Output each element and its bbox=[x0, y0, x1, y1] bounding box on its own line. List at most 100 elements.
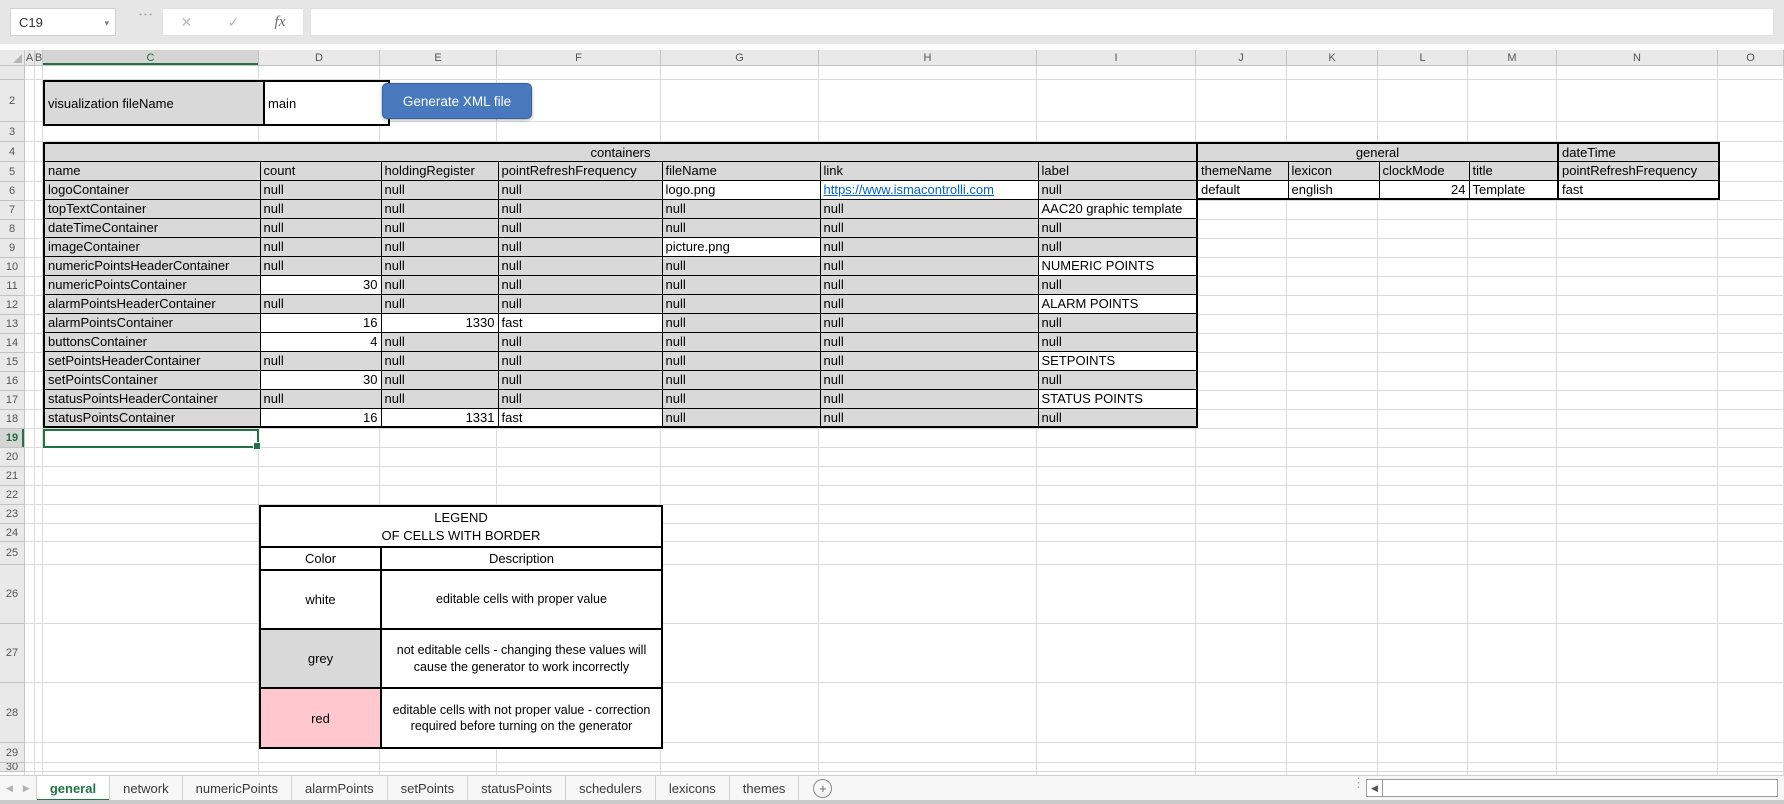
containers-cell[interactable]: null bbox=[662, 275, 820, 294]
column-header-C[interactable]: C bbox=[43, 50, 259, 66]
containers-cell[interactable]: null bbox=[662, 370, 820, 389]
containers-header-link[interactable]: link bbox=[820, 161, 1038, 180]
containers-cell[interactable]: null bbox=[1038, 313, 1197, 332]
row-header-21[interactable]: 21 bbox=[0, 467, 25, 486]
containers-cell[interactable]: 16 bbox=[260, 313, 381, 332]
containers-header-fileName[interactable]: fileName bbox=[662, 161, 820, 180]
insert-function-icon[interactable]: fx bbox=[275, 14, 286, 31]
containers-cell[interactable]: numericPointsHeaderContainer bbox=[44, 256, 260, 275]
containers-cell[interactable]: statusPointsHeaderContainer bbox=[44, 389, 260, 408]
general-value-title[interactable]: Template bbox=[1469, 180, 1558, 199]
containers-cell[interactable]: null bbox=[260, 294, 381, 313]
containers-cell[interactable]: logo.png bbox=[662, 180, 820, 199]
row-header-2[interactable]: 2 bbox=[0, 80, 25, 122]
containers-cell[interactable]: picture.png bbox=[662, 237, 820, 256]
column-header-E[interactable]: E bbox=[380, 50, 497, 66]
containers-cell[interactable]: null bbox=[820, 332, 1038, 351]
row-header-17[interactable]: 17 bbox=[0, 391, 25, 410]
row-header-28[interactable]: 28 bbox=[0, 683, 25, 743]
tab-scroll-right-icon[interactable]: ▶ bbox=[23, 783, 30, 794]
containers-cell[interactable]: SETPOINTS bbox=[1038, 351, 1197, 370]
column-header-K[interactable]: K bbox=[1287, 50, 1378, 66]
row-header-16[interactable]: 16 bbox=[0, 372, 25, 391]
add-sheet-button[interactable]: + bbox=[813, 776, 832, 801]
containers-cell[interactable]: null bbox=[498, 256, 662, 275]
select-all-button[interactable] bbox=[0, 50, 25, 66]
containers-cell[interactable]: null bbox=[820, 294, 1038, 313]
row-header-10[interactable]: 10 bbox=[0, 258, 25, 277]
containers-cell[interactable]: statusPointsContainer bbox=[44, 408, 260, 427]
containers-cell[interactable]: 30 bbox=[260, 370, 381, 389]
containers-cell[interactable]: null bbox=[381, 218, 498, 237]
horizontal-scrollbar[interactable] bbox=[1382, 779, 1778, 797]
containers-header-name[interactable]: name bbox=[44, 161, 260, 180]
row-header-7[interactable]: 7 bbox=[0, 201, 25, 220]
containers-cell[interactable]: null bbox=[260, 199, 381, 218]
formula-input[interactable] bbox=[310, 8, 1774, 36]
containers-cell[interactable]: null bbox=[1038, 180, 1197, 199]
datetime-header-pointrefreshfrequency[interactable]: pointRefreshFrequency bbox=[1558, 161, 1719, 180]
sheet-grid[interactable]: visualization fileName main Generate XML… bbox=[0, 66, 1784, 775]
row-header-19[interactable]: 19 bbox=[0, 429, 25, 448]
row-header-9[interactable]: 9 bbox=[0, 239, 25, 258]
containers-cell[interactable]: https://www.ismacontrolli.com bbox=[820, 180, 1038, 199]
containers-cell[interactable]: null bbox=[1038, 237, 1197, 256]
enter-icon[interactable]: ✓ bbox=[228, 14, 240, 31]
containers-cell[interactable]: dateTimeContainer bbox=[44, 218, 260, 237]
containers-cell[interactable]: null bbox=[381, 332, 498, 351]
row-header-6[interactable]: 6 bbox=[0, 182, 25, 201]
containers-cell[interactable]: alarmPointsHeaderContainer bbox=[44, 294, 260, 313]
containers-cell[interactable]: null bbox=[820, 370, 1038, 389]
containers-cell[interactable]: null bbox=[820, 199, 1038, 218]
containers-cell[interactable]: null bbox=[381, 180, 498, 199]
containers-cell[interactable]: null bbox=[498, 218, 662, 237]
containers-cell[interactable]: null bbox=[820, 237, 1038, 256]
containers-cell[interactable]: null bbox=[498, 275, 662, 294]
row-header-20[interactable]: 20 bbox=[0, 448, 25, 467]
row-header-15[interactable]: 15 bbox=[0, 353, 25, 372]
containers-cell[interactable]: setPointsContainer bbox=[44, 370, 260, 389]
containers-cell[interactable]: 1330 bbox=[381, 313, 498, 332]
datetime-title-cell[interactable]: dateTime bbox=[1558, 143, 1719, 161]
containers-cell[interactable]: null bbox=[662, 313, 820, 332]
containers-cell[interactable]: buttonsContainer bbox=[44, 332, 260, 351]
sheet-tab-schedulers[interactable]: schedulers bbox=[566, 776, 656, 801]
containers-header-label[interactable]: label bbox=[1038, 161, 1197, 180]
visualization-filename-value-cell[interactable]: main bbox=[265, 82, 388, 124]
containers-cell[interactable]: null bbox=[260, 389, 381, 408]
row-header-14[interactable]: 14 bbox=[0, 334, 25, 353]
containers-cell[interactable]: null bbox=[381, 256, 498, 275]
row-header-29[interactable]: 29 bbox=[0, 743, 25, 763]
row-header-23[interactable]: 23 bbox=[0, 505, 25, 524]
containers-cell[interactable]: null bbox=[498, 199, 662, 218]
containers-cell[interactable]: fast bbox=[498, 408, 662, 427]
containers-cell[interactable]: null bbox=[260, 237, 381, 256]
column-header-L[interactable]: L bbox=[1378, 50, 1468, 66]
containers-cell[interactable]: null bbox=[1038, 370, 1197, 389]
column-header-O[interactable]: O bbox=[1718, 50, 1784, 66]
containers-cell[interactable]: null bbox=[820, 408, 1038, 427]
row-header-8[interactable]: 8 bbox=[0, 220, 25, 239]
sheet-tab-statusPoints[interactable]: statusPoints bbox=[468, 776, 566, 801]
containers-cell[interactable]: null bbox=[662, 199, 820, 218]
sheet-tab-alarmPoints[interactable]: alarmPoints bbox=[292, 776, 388, 801]
column-header-F[interactable]: F bbox=[497, 50, 661, 66]
containers-cell[interactable]: null bbox=[260, 218, 381, 237]
containers-cell[interactable]: null bbox=[498, 370, 662, 389]
containers-cell[interactable]: topTextContainer bbox=[44, 199, 260, 218]
row-header-25[interactable]: 25 bbox=[0, 542, 25, 565]
row-header-1[interactable] bbox=[0, 66, 25, 80]
containers-cell[interactable]: null bbox=[260, 256, 381, 275]
column-header-I[interactable]: I bbox=[1037, 50, 1196, 66]
column-header-B[interactable]: B bbox=[35, 50, 43, 66]
containers-cell[interactable]: null bbox=[1038, 408, 1197, 427]
column-header-G[interactable]: G bbox=[661, 50, 819, 66]
sheet-tab-network[interactable]: network bbox=[110, 776, 183, 801]
containers-header-pointRefreshFrequency[interactable]: pointRefreshFrequency bbox=[498, 161, 662, 180]
containers-cell[interactable]: null bbox=[381, 351, 498, 370]
containers-cell[interactable]: alarmPointsContainer bbox=[44, 313, 260, 332]
row-header-24[interactable]: 24 bbox=[0, 524, 25, 542]
hscroll-left-arrow[interactable]: ◀ bbox=[1366, 779, 1383, 797]
column-header-M[interactable]: M bbox=[1468, 50, 1557, 66]
row-header-18[interactable]: 18 bbox=[0, 410, 25, 429]
